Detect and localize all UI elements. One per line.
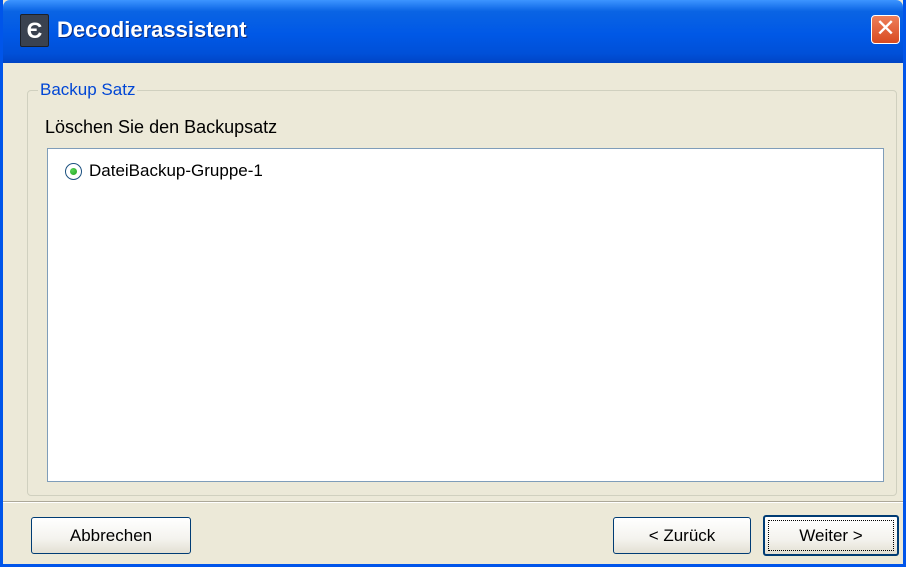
back-button[interactable]: < Zurück: [613, 517, 751, 554]
close-button[interactable]: ✕: [871, 15, 900, 44]
list-item-backup-set[interactable]: DateiBackup-Gruppe-1: [65, 159, 263, 183]
window-title: Decodierassistent: [57, 17, 247, 42]
wizard-content: Backup Satz Löschen Sie den Backupsatz D…: [3, 63, 903, 564]
radio-dot-icon: [70, 167, 77, 175]
backup-set-label[interactable]: DateiBackup-Gruppe-1: [89, 161, 263, 181]
title-bar[interactable]: Є Decodierassistent ✕: [3, 0, 903, 63]
next-button-label: Weiter >: [799, 525, 863, 545]
button-separator: [3, 501, 903, 503]
app-logo-icon: Є: [20, 14, 49, 47]
radio-button-selected-icon[interactable]: [65, 162, 82, 180]
next-button[interactable]: Weiter >: [763, 515, 899, 556]
backup-set-list: DateiBackup-Gruppe-1: [47, 148, 884, 482]
cancel-button[interactable]: Abbrechen: [31, 517, 191, 554]
decoder-wizard-window: Є Decodierassistent ✕ Backup Satz Lösche…: [0, 0, 906, 567]
group-legend: Backup Satz: [40, 80, 136, 99]
instruction-text: Löschen Sie den Backupsatz: [45, 117, 278, 137]
